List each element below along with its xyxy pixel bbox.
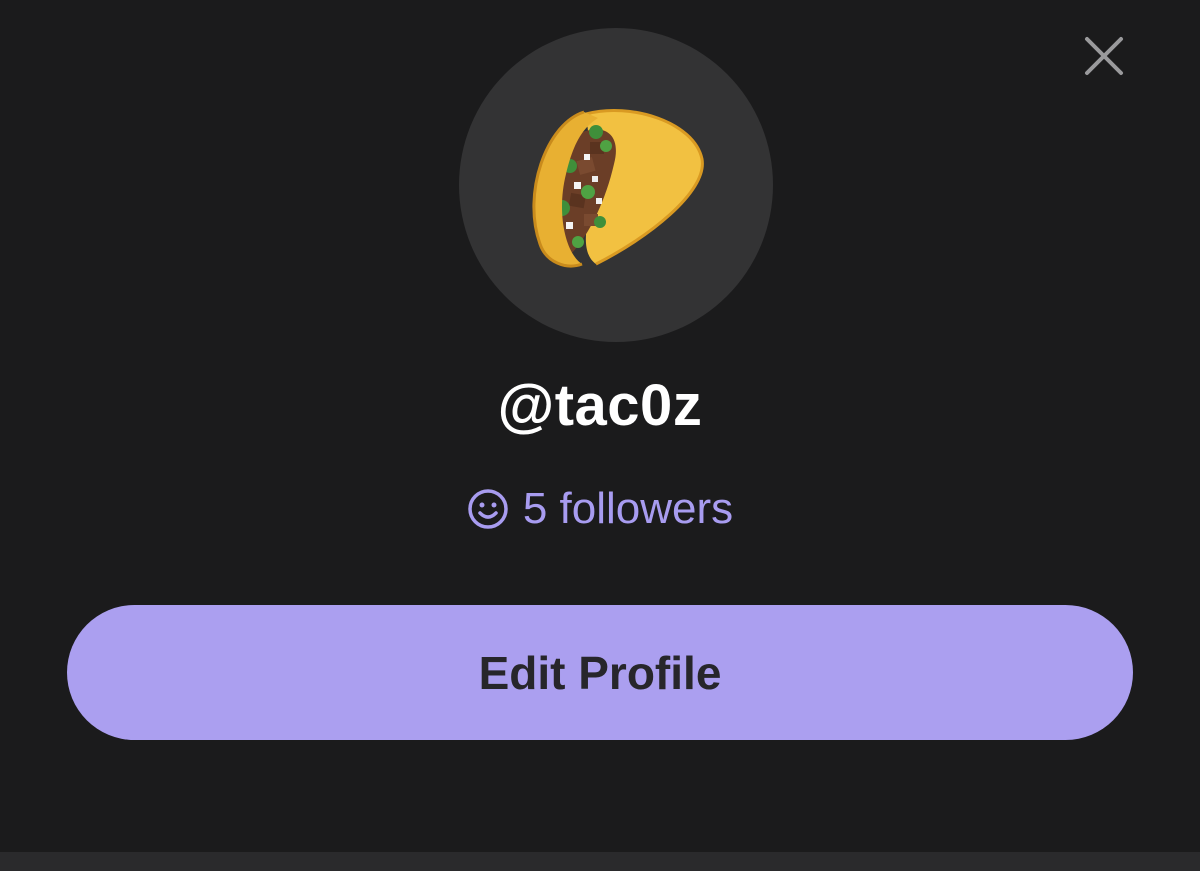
username: @tac0z — [497, 373, 703, 438]
followers-label: 5 followers — [522, 484, 734, 533]
bottom-divider — [0, 852, 1200, 871]
edit-profile-button[interactable]: Edit Profile — [67, 605, 1133, 740]
taco-icon — [532, 109, 704, 268]
profile-sheet: @tac0z 5 followers Edit Profile — [0, 0, 1200, 852]
avatar — [459, 28, 773, 342]
close-button[interactable] — [1078, 30, 1130, 82]
edit-profile-label: Edit Profile — [478, 646, 722, 699]
smile-icon — [467, 488, 509, 530]
followers-count[interactable]: 5 followers — [0, 484, 1200, 534]
close-icon — [1085, 37, 1123, 75]
